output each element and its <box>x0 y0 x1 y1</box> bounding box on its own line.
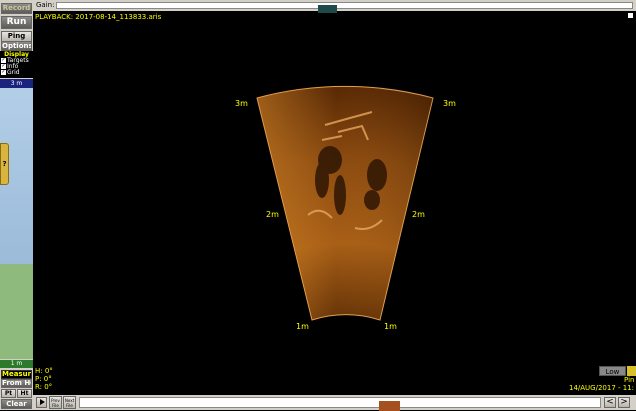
range-label-3m-right: 3m <box>443 99 456 108</box>
step-back-button[interactable]: < <box>604 397 616 408</box>
next-file-button[interactable]: Next File <box>63 396 76 409</box>
range-label-2m-left: 2m <box>266 210 279 219</box>
sonar-fan-image[interactable] <box>0 0 636 410</box>
range-label-1m-right: 1m <box>384 322 397 331</box>
step-forward-button[interactable]: > <box>618 397 630 408</box>
roll-readout: R: 0° <box>35 383 53 391</box>
range-label-3m-left: 3m <box>235 99 248 108</box>
timestamp-readout: 14/AUG/2017 - 11: <box>569 384 635 392</box>
heading-readout: H: 0° <box>35 367 53 375</box>
pin-readout: Pin <box>624 376 635 384</box>
playback-seek-track[interactable] <box>79 397 601 411</box>
range-label-1m-left: 1m <box>296 322 309 331</box>
prev-file-button[interactable]: Prev File <box>49 396 62 409</box>
pitch-readout: P: 0° <box>35 375 52 383</box>
high-frequency-button[interactable] <box>627 366 636 376</box>
orientation-info: H: 0° P: 0° R: 0° <box>35 367 53 391</box>
range-label-2m-right: 2m <box>412 210 425 219</box>
low-frequency-button[interactable]: Low <box>599 366 626 376</box>
playback-transport-bar: Prev File Next File < > <box>33 395 636 411</box>
play-button[interactable] <box>36 397 47 408</box>
